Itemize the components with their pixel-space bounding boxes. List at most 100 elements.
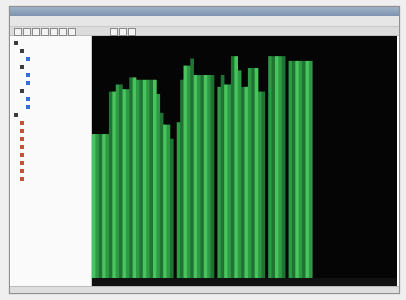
chart-bar [234, 56, 239, 278]
chart-bar [217, 86, 222, 278]
tree-node-icon [20, 161, 24, 165]
chart-bar [119, 84, 123, 278]
chart-bar [108, 91, 113, 278]
tree-item[interactable] [11, 48, 91, 55]
chart-bar [288, 60, 293, 278]
chart-bar [129, 77, 133, 279]
tree-item[interactable] [11, 128, 91, 135]
toolbar-button[interactable] [128, 28, 136, 36]
tree-item[interactable] [11, 120, 91, 127]
tree-node-icon [20, 129, 24, 133]
chart-bar [136, 79, 140, 278]
chart-bar [251, 67, 255, 279]
chart-bar [281, 56, 286, 278]
chart-bar [92, 134, 96, 278]
tree-node-icon [20, 177, 24, 181]
chart-bar [146, 79, 150, 278]
chart-bar [193, 75, 198, 278]
title-bar[interactable] [10, 7, 399, 16]
toolbar-button[interactable] [68, 28, 76, 36]
tree-item[interactable] [11, 136, 91, 143]
tree-node-icon [14, 41, 18, 45]
chart-bar [241, 86, 245, 278]
chart-bar [244, 86, 249, 278]
chart-bar [203, 75, 208, 278]
toolbar-button[interactable] [41, 28, 49, 36]
tree-item[interactable] [11, 64, 91, 71]
chart-bar [227, 84, 232, 278]
chart-bar [142, 79, 147, 278]
tree-item[interactable] [11, 160, 91, 167]
tree-item[interactable] [11, 40, 91, 47]
chart-bar [197, 75, 201, 278]
tree-node-icon [20, 89, 24, 93]
tree-node-icon [26, 57, 30, 61]
chart-bar [166, 124, 171, 278]
chart-bar [159, 112, 164, 278]
chart-canvas [92, 56, 397, 286]
tree-node-icon [26, 97, 30, 101]
tree-item[interactable] [11, 144, 91, 151]
chart-bar [308, 60, 313, 278]
chart-bar [261, 91, 266, 278]
tree-node-icon [20, 49, 24, 53]
chart-bar [258, 91, 262, 278]
tree-node-icon [26, 105, 30, 109]
chart-bar [268, 56, 272, 278]
chart-bar [305, 60, 310, 278]
tree-item[interactable] [11, 80, 91, 87]
toolbar-button[interactable] [110, 28, 118, 36]
tree-item[interactable] [11, 176, 91, 183]
chart-bar [132, 77, 137, 279]
chart-bar [122, 89, 127, 278]
tree-item[interactable] [11, 72, 91, 79]
chart-bar [302, 60, 306, 278]
toolbar-button[interactable] [32, 28, 40, 36]
chart-bar [278, 56, 283, 278]
status-bar [10, 286, 399, 293]
tree-node-icon [20, 121, 24, 125]
chart-bar [115, 84, 120, 278]
toolbar-button[interactable] [23, 28, 31, 36]
tree-item[interactable] [11, 112, 91, 119]
chart-bar [224, 84, 228, 278]
toolbar-button[interactable] [119, 28, 127, 36]
chart-bar [186, 65, 191, 278]
menu-bar [10, 16, 399, 27]
chart-bar [183, 65, 188, 278]
chart-bar [102, 134, 106, 278]
toolbar-button[interactable] [59, 28, 67, 36]
chart-bar [291, 60, 296, 278]
tree-item[interactable] [11, 104, 91, 111]
chart-bar [190, 58, 194, 278]
chart-bar [95, 134, 100, 278]
chart-bar [247, 67, 252, 279]
chart-bar [220, 75, 225, 278]
chart-bar [237, 70, 242, 278]
tree-node-icon [20, 153, 24, 157]
bar-chart [92, 36, 397, 286]
toolbar-button[interactable] [14, 28, 22, 36]
tree-item[interactable] [11, 88, 91, 95]
chart-bar [169, 138, 174, 278]
chart-bar [210, 75, 215, 278]
desktop [0, 0, 406, 300]
tree-item[interactable] [11, 152, 91, 159]
chart-bar [139, 79, 144, 278]
chart-bar [176, 122, 181, 279]
chart-bar [230, 56, 235, 278]
tree-node-icon [26, 73, 30, 77]
tree-node-icon [20, 65, 24, 69]
chart-bar [298, 60, 303, 278]
chart-bar [112, 91, 117, 278]
x-axis-strip [92, 278, 397, 286]
chart-bar [271, 56, 276, 278]
tree-item[interactable] [11, 168, 91, 175]
chart-bar [207, 75, 211, 278]
chart-bar [163, 124, 167, 278]
tree-item[interactable] [11, 56, 91, 63]
chart-bar [149, 79, 154, 278]
tree-item[interactable] [11, 96, 91, 103]
toolbar-button[interactable] [50, 28, 58, 36]
tree-node-icon [14, 113, 18, 117]
